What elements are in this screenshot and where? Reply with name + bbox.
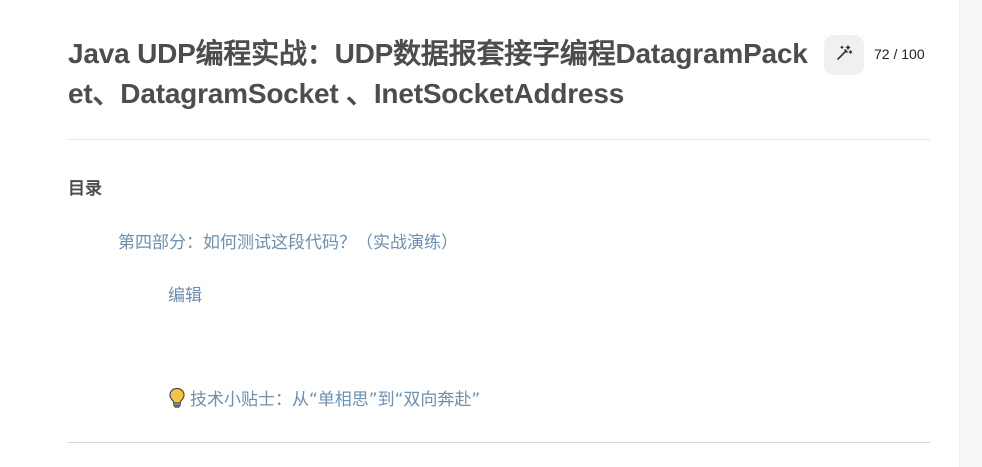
lightbulb-icon — [168, 387, 186, 409]
toc-heading: 目录 — [68, 179, 102, 199]
toc-item-edit[interactable]: 编辑 — [168, 281, 202, 306]
reading-progress: 72 / 100 — [874, 46, 925, 62]
article-panel: Java UDP编程实战：UDP数据报套接字编程DatagramPacket、D… — [68, 0, 930, 443]
right-scroll-gutter — [959, 0, 982, 467]
ai-assistant-button[interactable] — [824, 35, 864, 75]
article-title: Java UDP编程实战：UDP数据报套接字编程DatagramPacket、D… — [68, 38, 808, 109]
magic-wand-icon — [835, 44, 853, 66]
toc-item-tech-tip[interactable]: 技术小贴士：从“单相思”到“双向奔赴” — [168, 385, 480, 410]
toc-item-tech-tip-label: 技术小贴士：从“单相思”到“双向奔赴” — [190, 390, 481, 410]
divider — [68, 442, 930, 443]
article-header: Java UDP编程实战：UDP数据报套接字编程DatagramPacket、D… — [68, 0, 930, 140]
toc-item-part-four[interactable]: 第四部分：如何测试这段代码？（实战演练） — [118, 228, 458, 253]
